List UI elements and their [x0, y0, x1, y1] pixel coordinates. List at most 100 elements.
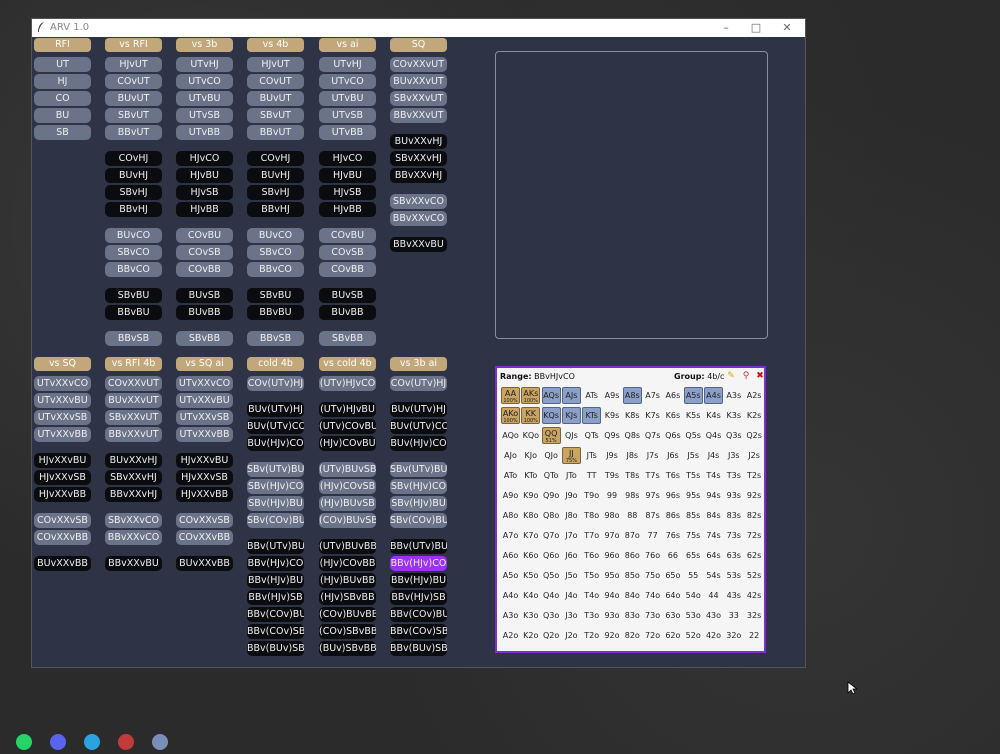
spot-button-hjv-sbvbb[interactable]: (HJv)SBvBB — [319, 590, 376, 605]
spot-button-hjv-covbb[interactable]: (HJv)COvBB — [319, 556, 376, 571]
minimize-button[interactable]: – — [712, 20, 740, 36]
hand-cell-ats[interactable]: ATs — [582, 387, 601, 404]
hand-cell-ajo[interactable]: AJo — [501, 447, 520, 464]
hand-cell-j4s[interactable]: J4s — [704, 447, 723, 464]
spot-button-utvco[interactable]: UTvCO — [176, 74, 233, 89]
hand-cell-q8s[interactable]: Q8s — [623, 427, 642, 444]
hand-cell-qto[interactable]: QTo — [542, 467, 561, 484]
hand-cell-k6s[interactable]: K6s — [663, 407, 682, 424]
spot-button-utvxxvco[interactable]: UTvXXvCO — [176, 376, 233, 391]
hand-cell-94o[interactable]: 94o — [603, 587, 622, 604]
spot-button-hjvxxvbu[interactable]: HJvXXvBU — [34, 453, 91, 468]
spot-button-bbv-hjv-sb[interactable]: BBv(HJv)SB — [390, 590, 447, 605]
hand-cell-42o[interactable]: 42o — [704, 627, 723, 644]
spot-button-utvco[interactable]: UTvCO — [319, 74, 376, 89]
hand-cell-64o[interactable]: 64o — [663, 587, 682, 604]
spot-button-sbvbb[interactable]: SBvBB — [176, 331, 233, 346]
spot-button-bbvxxvbu[interactable]: BBvXXvBU — [105, 556, 162, 571]
spot-button-bbvhj[interactable]: BBvHJ — [105, 202, 162, 217]
hand-cell-t7s[interactable]: T7s — [643, 467, 662, 484]
spot-button-covbu[interactable]: COvBU — [176, 228, 233, 243]
spot-button-buvxxvbb[interactable]: BUvXXvBB — [176, 556, 233, 571]
spot-button-bbvxxvut[interactable]: BBvXXvUT — [105, 427, 162, 442]
spot-button-bbvxxvco[interactable]: BBvXXvCO — [105, 530, 162, 545]
spot-button-bbvut[interactable]: BBvUT — [105, 125, 162, 140]
spot-button-hjvbb[interactable]: HJvBB — [319, 202, 376, 217]
spot-button-sbvbb[interactable]: SBvBB — [319, 331, 376, 346]
column-header-cold-4b[interactable]: cold 4b — [247, 357, 304, 371]
hand-cell-53o[interactable]: 53o — [684, 607, 703, 624]
hand-cell-77[interactable]: 77 — [643, 527, 662, 544]
column-header-vs-sq-ai[interactable]: vs SQ ai — [176, 357, 233, 371]
spot-button-sbvxxvco[interactable]: SBvXXvCO — [390, 194, 447, 209]
hand-cell-kjo[interactable]: KJo — [521, 447, 540, 464]
hand-cell-ajs[interactable]: AJs — [561, 387, 581, 404]
hand-cell-a9s[interactable]: A9s — [603, 387, 622, 404]
spot-button-sbv-utv-bu[interactable]: SBv(UTv)BU — [247, 462, 304, 477]
hand-cell-95o[interactable]: 95o — [603, 567, 622, 584]
column-header-vs-ai[interactable]: vs ai — [319, 38, 376, 52]
hand-cell-83s[interactable]: 83s — [724, 507, 743, 524]
hand-cell-62s[interactable]: 62s — [745, 547, 764, 564]
spot-button-sbv-hjv-bu[interactable]: SBv(HJv)BU — [247, 496, 304, 511]
hand-cell-qjo[interactable]: QJo — [542, 447, 561, 464]
hand-cell-t8s[interactable]: T8s — [623, 467, 642, 484]
hand-cell-tt[interactable]: TT — [582, 467, 601, 484]
column-header-vs-rfi[interactable]: vs RFI — [105, 38, 162, 52]
hand-cell-76s[interactable]: 76s — [663, 527, 682, 544]
hand-cell-84s[interactable]: 84s — [704, 507, 723, 524]
spot-button-hjvxxvsb[interactable]: HJvXXvSB — [176, 470, 233, 485]
hand-cell-32s[interactable]: 32s — [745, 607, 764, 624]
hand-cell-72s[interactable]: 72s — [745, 527, 764, 544]
hand-cell-k5o[interactable]: K5o — [521, 567, 540, 584]
hand-cell-52o[interactable]: 52o — [684, 627, 703, 644]
hand-cell-83o[interactable]: 83o — [623, 607, 642, 624]
hand-cell-54s[interactable]: 54s — [704, 567, 723, 584]
spot-button-hjvut[interactable]: HJvUT — [105, 57, 162, 72]
spot-button-covbb[interactable]: COvBB — [176, 262, 233, 277]
hand-cell-t7o[interactable]: T7o — [582, 527, 601, 544]
spot-button-hjvbu[interactable]: HJvBU — [176, 168, 233, 183]
spot-button-sbvxxvhj[interactable]: SBvXXvHJ — [105, 470, 162, 485]
hand-cell-j6o[interactable]: J6o — [562, 547, 581, 564]
hand-cell-74s[interactable]: 74s — [704, 527, 723, 544]
spot-button-utvhj[interactable]: UTvHJ — [176, 57, 233, 72]
spot-button-utvbu[interactable]: UTvBU — [176, 91, 233, 106]
spot-button-bbvsb[interactable]: BBvSB — [105, 331, 162, 346]
hand-cell-k5s[interactable]: K5s — [684, 407, 703, 424]
spot-button-utvhj[interactable]: UTvHJ — [319, 57, 376, 72]
spot-button-bbv-hjv-co[interactable]: BBv(HJv)CO — [247, 556, 304, 571]
spot-button-buvhj[interactable]: BUvHJ — [105, 168, 162, 183]
hand-cell-ako[interactable]: AKo 100% — [501, 407, 520, 424]
spot-button-utvxxvsb[interactable]: UTvXXvSB — [176, 410, 233, 425]
spot-button-utv-buvbb[interactable]: (UTv)BUvBB — [319, 539, 376, 554]
hand-cell-73s[interactable]: 73s — [724, 527, 743, 544]
spot-button-buvhj[interactable]: BUvHJ — [247, 168, 304, 183]
hand-cell-a7s[interactable]: A7s — [643, 387, 662, 404]
hand-cell-82o[interactable]: 82o — [623, 627, 642, 644]
spot-button-utvsb[interactable]: UTvSB — [176, 108, 233, 123]
spot-button-hj[interactable]: HJ — [34, 74, 91, 89]
spot-button-covhj[interactable]: COvHJ — [247, 151, 304, 166]
hand-cell-aks[interactable]: AKs 100% — [521, 387, 541, 404]
hand-cell-j7o[interactable]: J7o — [562, 527, 581, 544]
spot-button-bbvxxvco[interactable]: BBvXXvCO — [390, 211, 447, 226]
hand-cell-j5s[interactable]: J5s — [684, 447, 703, 464]
close-icon[interactable]: ✖ — [755, 371, 765, 381]
spot-button-covut[interactable]: COvUT — [247, 74, 304, 89]
hand-cell-64s[interactable]: 64s — [704, 547, 723, 564]
hand-cell-94s[interactable]: 94s — [704, 487, 723, 504]
spot-button-covxxvsb[interactable]: COvXXvSB — [34, 513, 91, 528]
hand-cell-t6s[interactable]: T6s — [663, 467, 682, 484]
hand-cell-t6o[interactable]: T6o — [582, 547, 601, 564]
spot-button-buvxxvhj[interactable]: BUvXXvHJ — [105, 453, 162, 468]
spot-button-utvsb[interactable]: UTvSB — [319, 108, 376, 123]
hand-cell-a4s[interactable]: A4s — [704, 387, 723, 404]
hand-cell-jts[interactable]: JTs — [582, 447, 601, 464]
spot-button-buvsb[interactable]: BUvSB — [176, 288, 233, 303]
spot-button-cov-utv-hj[interactable]: COv(UTv)HJ — [390, 376, 447, 391]
hand-cell-t9o[interactable]: T9o — [582, 487, 601, 504]
hand-cell-a6o[interactable]: A6o — [501, 547, 520, 564]
hand-cell-q6o[interactable]: Q6o — [542, 547, 561, 564]
hand-cell-96o[interactable]: 96o — [603, 547, 622, 564]
